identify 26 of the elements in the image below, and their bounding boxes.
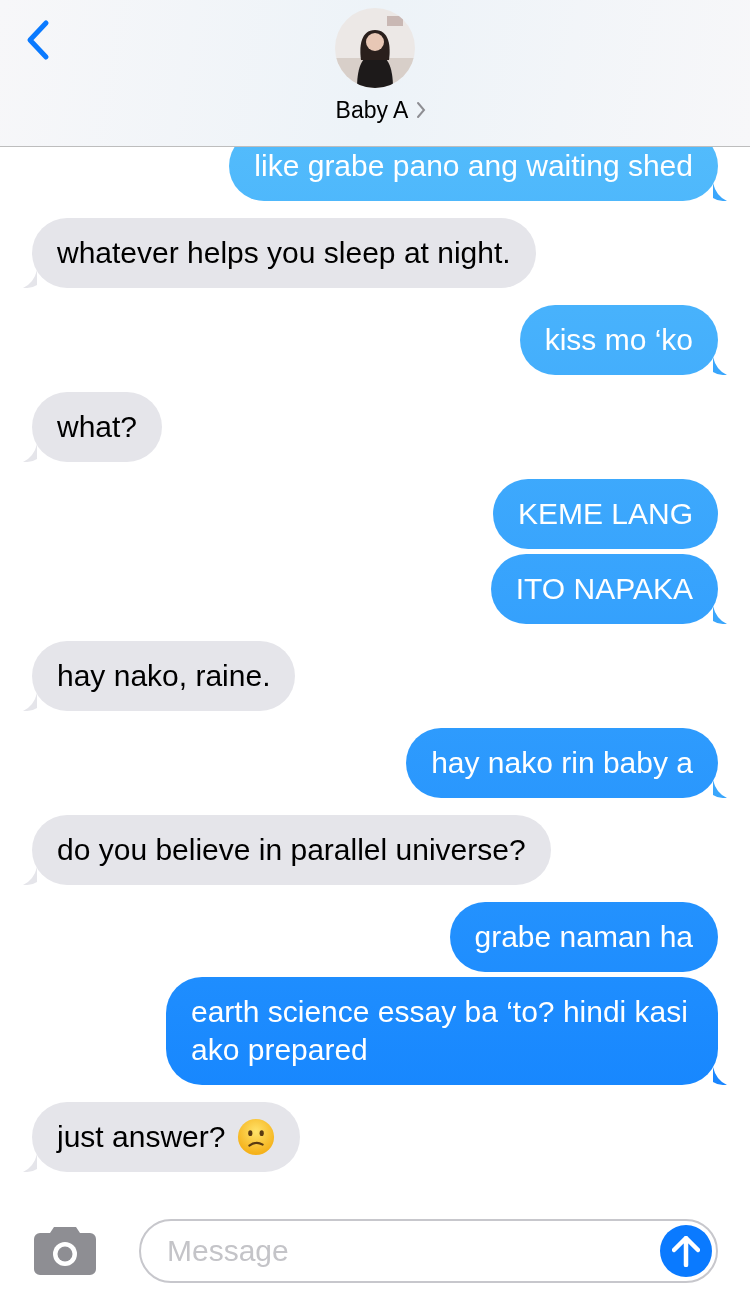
sent-message: hay nako rin baby a bbox=[406, 728, 718, 798]
bubble-tail bbox=[713, 183, 727, 201]
bubble-tail bbox=[713, 780, 727, 798]
sent-message: kiss mo ‘ko bbox=[519, 305, 718, 375]
bubble-tail bbox=[23, 693, 37, 711]
received-message: just answer? bbox=[32, 1102, 301, 1172]
received-message: whatever helps you sleep at night. bbox=[32, 218, 536, 288]
sent-message: KEME LANG bbox=[492, 479, 718, 549]
bubble-tail bbox=[23, 1154, 37, 1172]
arrow-up-icon bbox=[672, 1235, 700, 1267]
chevron-icon[interactable] bbox=[416, 101, 427, 119]
bubble-tail bbox=[713, 606, 727, 624]
sent-message: grabe naman ha bbox=[449, 902, 718, 972]
received-message: do you believe in parallel universe? bbox=[32, 815, 551, 885]
bubble-tail bbox=[23, 867, 37, 885]
received-message: what? bbox=[32, 392, 163, 462]
bubble-tail bbox=[23, 444, 37, 462]
bubble-tail bbox=[713, 1067, 727, 1085]
bubble-tail bbox=[23, 270, 37, 288]
bubble-tail bbox=[713, 357, 727, 375]
camera-icon[interactable] bbox=[34, 1227, 96, 1275]
message-field[interactable]: Message bbox=[139, 1219, 718, 1283]
received-message: hay nako, raine. bbox=[32, 641, 296, 711]
sent-message: earth science essay ba ‘to? hindi kasi ako prepared bbox=[166, 977, 718, 1085]
sent-message: ITO NAPAKA bbox=[490, 554, 718, 624]
contact-name[interactable]: Baby A bbox=[335, 96, 409, 124]
